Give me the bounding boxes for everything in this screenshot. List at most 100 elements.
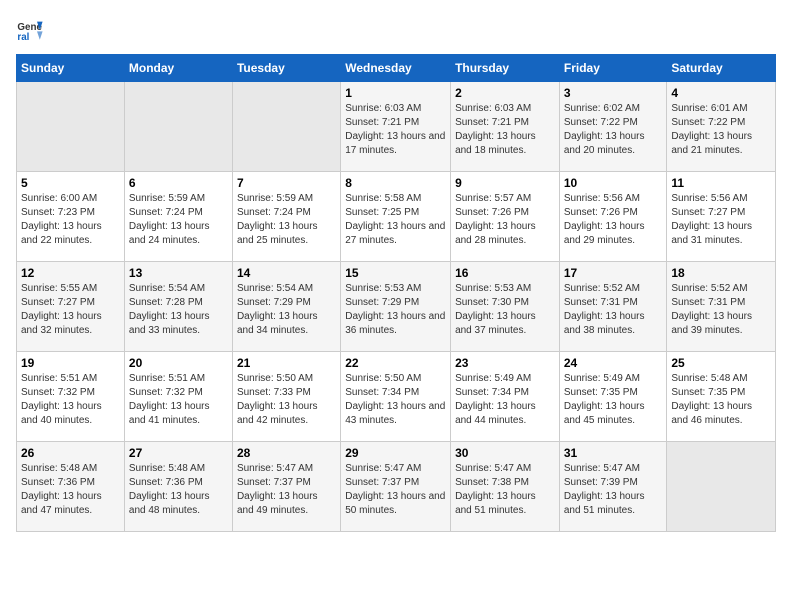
- column-header-friday: Friday: [559, 55, 667, 82]
- sunrise-text: Sunrise: 5:47 AM: [237, 463, 313, 474]
- sunset-text: Sunset: 7:22 PM: [671, 117, 745, 128]
- sunset-text: Sunset: 7:36 PM: [21, 477, 95, 488]
- calendar-cell: 14 Sunrise: 5:54 AM Sunset: 7:29 PM Dayl…: [232, 262, 340, 352]
- daylight-text: Daylight: 13 hours and 29 minutes.: [564, 221, 645, 246]
- daylight-text: Daylight: 13 hours and 42 minutes.: [237, 401, 318, 426]
- sunset-text: Sunset: 7:22 PM: [564, 117, 638, 128]
- column-header-wednesday: Wednesday: [341, 55, 451, 82]
- sunset-text: Sunset: 7:29 PM: [345, 297, 419, 308]
- sunrise-text: Sunrise: 5:51 AM: [129, 373, 205, 384]
- calendar-cell: 12 Sunrise: 5:55 AM Sunset: 7:27 PM Dayl…: [17, 262, 125, 352]
- sunrise-text: Sunrise: 5:50 AM: [237, 373, 313, 384]
- calendar-cell: 15 Sunrise: 5:53 AM Sunset: 7:29 PM Dayl…: [341, 262, 451, 352]
- calendar-cell: 2 Sunrise: 6:03 AM Sunset: 7:21 PM Dayli…: [451, 82, 560, 172]
- sunrise-text: Sunrise: 5:48 AM: [21, 463, 97, 474]
- sunset-text: Sunset: 7:37 PM: [345, 477, 419, 488]
- sunset-text: Sunset: 7:21 PM: [345, 117, 419, 128]
- daylight-text: Daylight: 13 hours and 40 minutes.: [21, 401, 102, 426]
- sunrise-text: Sunrise: 5:47 AM: [455, 463, 531, 474]
- day-number: 31: [564, 446, 663, 460]
- daylight-text: Daylight: 13 hours and 32 minutes.: [21, 311, 102, 336]
- sunset-text: Sunset: 7:26 PM: [455, 207, 529, 218]
- calendar-cell: 5 Sunrise: 6:00 AM Sunset: 7:23 PM Dayli…: [17, 172, 125, 262]
- day-number: 24: [564, 356, 663, 370]
- day-number: 10: [564, 176, 663, 190]
- daylight-text: Daylight: 13 hours and 22 minutes.: [21, 221, 102, 246]
- sunset-text: Sunset: 7:23 PM: [21, 207, 95, 218]
- calendar-cell: 22 Sunrise: 5:50 AM Sunset: 7:34 PM Dayl…: [341, 352, 451, 442]
- calendar-cell: 9 Sunrise: 5:57 AM Sunset: 7:26 PM Dayli…: [451, 172, 560, 262]
- calendar-cell: 16 Sunrise: 5:53 AM Sunset: 7:30 PM Dayl…: [451, 262, 560, 352]
- sunset-text: Sunset: 7:24 PM: [129, 207, 203, 218]
- day-number: 12: [21, 266, 120, 280]
- sunrise-text: Sunrise: 5:52 AM: [564, 283, 640, 294]
- column-header-monday: Monday: [124, 55, 232, 82]
- day-number: 16: [455, 266, 555, 280]
- sunset-text: Sunset: 7:25 PM: [345, 207, 419, 218]
- sunrise-text: Sunrise: 5:53 AM: [455, 283, 531, 294]
- day-number: 21: [237, 356, 336, 370]
- sunrise-text: Sunrise: 5:54 AM: [237, 283, 313, 294]
- daylight-text: Daylight: 13 hours and 51 minutes.: [455, 491, 536, 516]
- daylight-text: Daylight: 13 hours and 49 minutes.: [237, 491, 318, 516]
- day-number: 18: [671, 266, 771, 280]
- calendar-cell: 3 Sunrise: 6:02 AM Sunset: 7:22 PM Dayli…: [559, 82, 667, 172]
- sunrise-text: Sunrise: 5:56 AM: [564, 193, 640, 204]
- sunrise-text: Sunrise: 5:55 AM: [21, 283, 97, 294]
- day-number: 7: [237, 176, 336, 190]
- calendar-cell: 21 Sunrise: 5:50 AM Sunset: 7:33 PM Dayl…: [232, 352, 340, 442]
- calendar-cell: 26 Sunrise: 5:48 AM Sunset: 7:36 PM Dayl…: [17, 442, 125, 532]
- sunset-text: Sunset: 7:32 PM: [129, 387, 203, 398]
- sunrise-text: Sunrise: 5:54 AM: [129, 283, 205, 294]
- calendar-cell: 18 Sunrise: 5:52 AM Sunset: 7:31 PM Dayl…: [667, 262, 776, 352]
- sunset-text: Sunset: 7:27 PM: [671, 207, 745, 218]
- day-number: 14: [237, 266, 336, 280]
- calendar-cell: 4 Sunrise: 6:01 AM Sunset: 7:22 PM Dayli…: [667, 82, 776, 172]
- sunrise-text: Sunrise: 5:58 AM: [345, 193, 421, 204]
- sunset-text: Sunset: 7:29 PM: [237, 297, 311, 308]
- column-header-sunday: Sunday: [17, 55, 125, 82]
- day-number: 6: [129, 176, 228, 190]
- calendar-cell: [667, 442, 776, 532]
- daylight-text: Daylight: 13 hours and 17 minutes.: [345, 131, 445, 156]
- daylight-text: Daylight: 13 hours and 46 minutes.: [671, 401, 752, 426]
- column-header-saturday: Saturday: [667, 55, 776, 82]
- day-number: 13: [129, 266, 228, 280]
- sunset-text: Sunset: 7:33 PM: [237, 387, 311, 398]
- day-number: 3: [564, 86, 663, 100]
- sunset-text: Sunset: 7:30 PM: [455, 297, 529, 308]
- day-number: 2: [455, 86, 555, 100]
- daylight-text: Daylight: 13 hours and 36 minutes.: [345, 311, 445, 336]
- daylight-text: Daylight: 13 hours and 21 minutes.: [671, 131, 752, 156]
- column-header-tuesday: Tuesday: [232, 55, 340, 82]
- day-number: 17: [564, 266, 663, 280]
- calendar-table: SundayMondayTuesdayWednesdayThursdayFrid…: [16, 54, 776, 532]
- daylight-text: Daylight: 13 hours and 25 minutes.: [237, 221, 318, 246]
- day-number: 8: [345, 176, 446, 190]
- daylight-text: Daylight: 13 hours and 45 minutes.: [564, 401, 645, 426]
- calendar-cell: 17 Sunrise: 5:52 AM Sunset: 7:31 PM Dayl…: [559, 262, 667, 352]
- day-number: 28: [237, 446, 336, 460]
- calendar-cell: 7 Sunrise: 5:59 AM Sunset: 7:24 PM Dayli…: [232, 172, 340, 262]
- day-number: 9: [455, 176, 555, 190]
- daylight-text: Daylight: 13 hours and 34 minutes.: [237, 311, 318, 336]
- sunset-text: Sunset: 7:27 PM: [21, 297, 95, 308]
- daylight-text: Daylight: 13 hours and 51 minutes.: [564, 491, 645, 516]
- day-number: 11: [671, 176, 771, 190]
- sunrise-text: Sunrise: 6:02 AM: [564, 103, 640, 114]
- sunset-text: Sunset: 7:28 PM: [129, 297, 203, 308]
- logo-icon: Gene ral: [16, 16, 44, 44]
- sunset-text: Sunset: 7:26 PM: [564, 207, 638, 218]
- day-number: 22: [345, 356, 446, 370]
- daylight-text: Daylight: 13 hours and 43 minutes.: [345, 401, 445, 426]
- daylight-text: Daylight: 13 hours and 41 minutes.: [129, 401, 210, 426]
- daylight-text: Daylight: 13 hours and 28 minutes.: [455, 221, 536, 246]
- daylight-text: Daylight: 13 hours and 20 minutes.: [564, 131, 645, 156]
- day-number: 19: [21, 356, 120, 370]
- calendar-cell: 11 Sunrise: 5:56 AM Sunset: 7:27 PM Dayl…: [667, 172, 776, 262]
- daylight-text: Daylight: 13 hours and 38 minutes.: [564, 311, 645, 336]
- sunset-text: Sunset: 7:35 PM: [671, 387, 745, 398]
- sunrise-text: Sunrise: 5:59 AM: [129, 193, 205, 204]
- sunrise-text: Sunrise: 5:52 AM: [671, 283, 747, 294]
- day-number: 25: [671, 356, 771, 370]
